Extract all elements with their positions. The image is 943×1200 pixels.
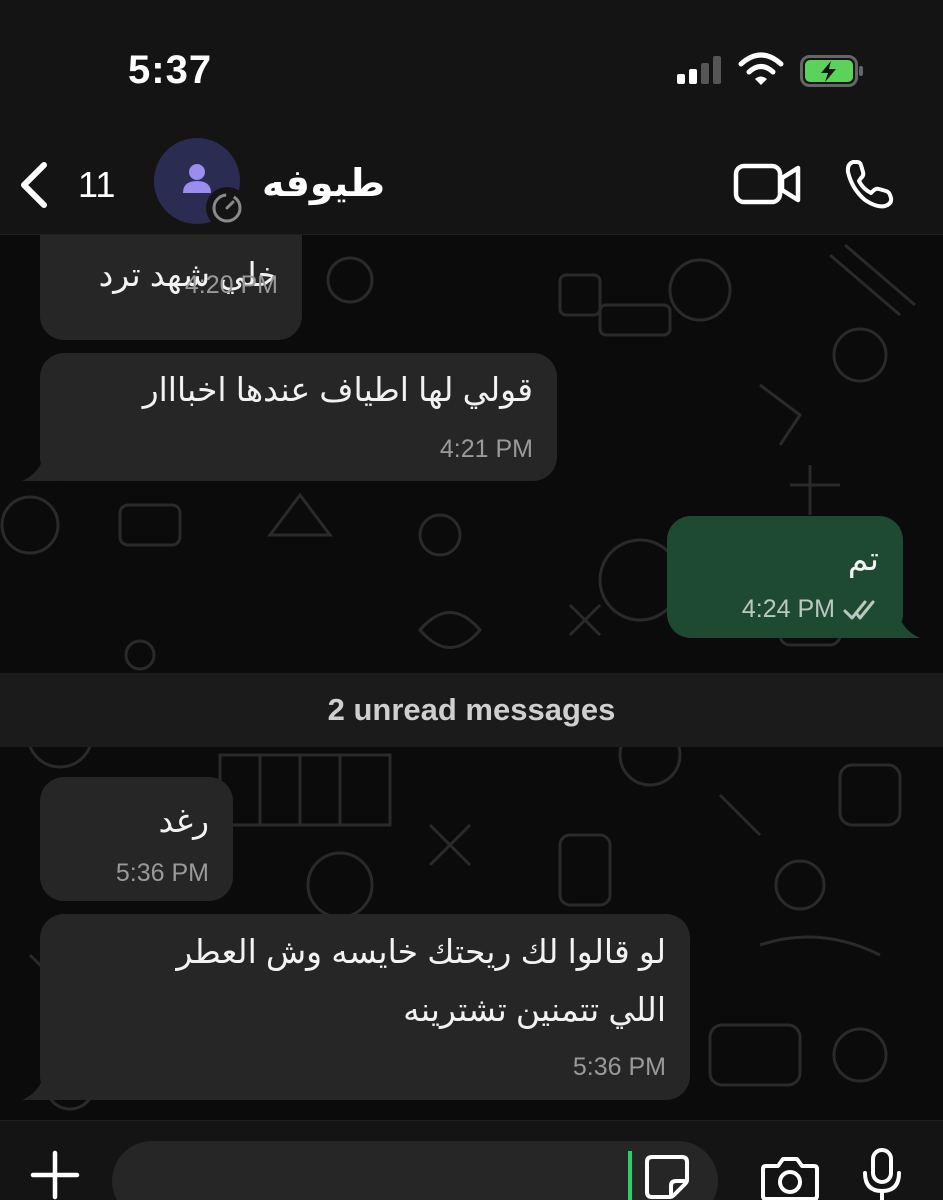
chevron-left-icon bbox=[21, 162, 47, 208]
message-time: 4:20 PM bbox=[184, 271, 278, 299]
message-time: 5:36 PM bbox=[115, 859, 209, 887]
status-bar: 5:37 bbox=[0, 0, 943, 135]
bubble-tail bbox=[880, 612, 920, 638]
unread-messages-divider: 2 unread messages bbox=[0, 673, 943, 747]
message-composer bbox=[0, 1120, 943, 1200]
microphone-icon[interactable] bbox=[862, 1147, 902, 1200]
message-text-line-1: لو قالوا لك ريحتك خايسه وش العطر bbox=[176, 933, 666, 970]
status-time: 5:37 bbox=[128, 48, 213, 92]
bubble-tail bbox=[22, 455, 62, 481]
message-bubble-incoming[interactable]: خلي شهد ترد 4:20 PM bbox=[40, 235, 302, 340]
message-time: 4:21 PM bbox=[439, 435, 533, 463]
plus-icon[interactable] bbox=[30, 1149, 80, 1200]
message-bubble-incoming[interactable]: لو قالوا لك ريحتك خايسه وش العطر اللي تت… bbox=[40, 914, 690, 1100]
phone-icon[interactable] bbox=[843, 157, 897, 211]
message-text-line-2: اللي تتمنين تشترينه bbox=[403, 991, 666, 1028]
double-check-icon bbox=[843, 600, 875, 620]
unread-chat-count: 11 bbox=[78, 164, 116, 205]
unread-messages-label: 2 unread messages bbox=[327, 692, 616, 727]
message-bubble-incoming[interactable]: قولي لها اطياف عندها اخبااار 4:21 PM bbox=[40, 353, 557, 481]
cellular-signal-icon bbox=[677, 56, 723, 84]
sticker-icon[interactable] bbox=[644, 1154, 690, 1200]
message-time: 5:36 PM bbox=[572, 1053, 666, 1081]
bubble-tail bbox=[22, 1074, 62, 1100]
video-camera-icon[interactable] bbox=[733, 161, 801, 207]
back-button[interactable]: 11 bbox=[14, 159, 124, 211]
message-bubble-incoming[interactable]: رغد 5:36 PM bbox=[40, 777, 233, 901]
battery-charging-icon bbox=[800, 55, 863, 87]
message-text: رغد bbox=[158, 802, 209, 839]
chat-area[interactable]: خلي شهد ترد 4:20 PM قولي لها اطياف عندها… bbox=[0, 235, 943, 1120]
contact-name[interactable]: طيوفه bbox=[262, 161, 385, 206]
wifi-icon bbox=[738, 52, 784, 85]
message-bubble-outgoing[interactable]: تم 4:24 PM bbox=[667, 516, 903, 638]
camera-icon[interactable] bbox=[760, 1155, 820, 1200]
chat-header: 11 طيوفه bbox=[0, 135, 943, 235]
message-text: قولي لها اطياف عندها اخبااار bbox=[142, 371, 533, 408]
message-time: 4:24 PM bbox=[741, 595, 835, 623]
disappearing-timer-icon bbox=[206, 187, 248, 229]
text-cursor bbox=[628, 1151, 632, 1200]
message-text: تم bbox=[847, 540, 879, 577]
